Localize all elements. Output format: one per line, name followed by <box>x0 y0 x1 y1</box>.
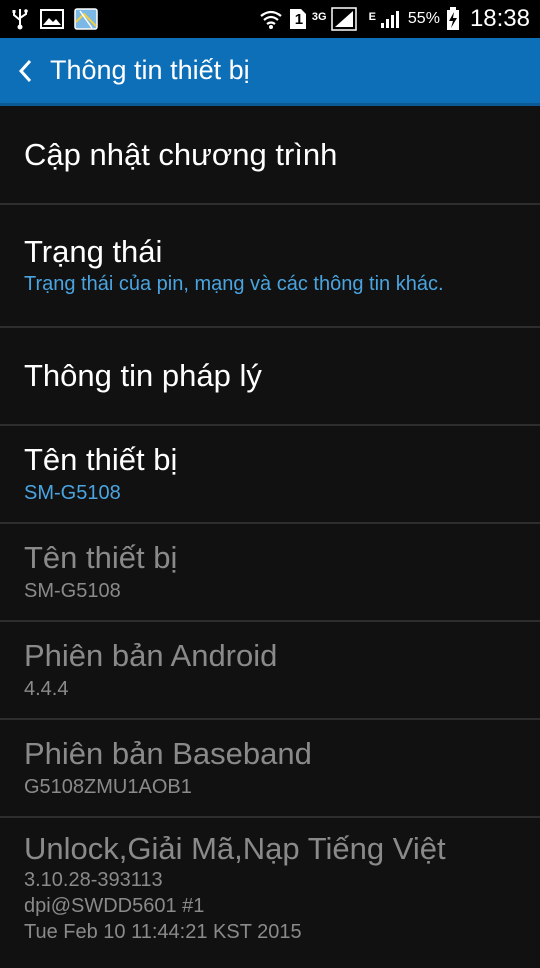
list-item-software-update[interactable]: Cập nhật chương trình <box>0 106 540 205</box>
list-item-title: Phiên bản Baseband <box>24 736 312 772</box>
maps-icon <box>74 8 98 30</box>
list-item-device-name[interactable]: Tên thiết bị SM-G5108 <box>0 426 540 524</box>
list-item-title: Cập nhật chương trình <box>24 136 338 172</box>
kernel-line-1: 3.10.28-393113 <box>24 869 163 892</box>
list-item-title: Trạng thái <box>24 233 163 269</box>
settings-list: Cập nhật chương trình Trạng thái Trạng t… <box>0 106 540 968</box>
action-bar: Thông tin thiết bị <box>0 38 540 106</box>
kernel-line-3: Tue Feb 10 11:44:21 KST 2015 <box>24 921 302 944</box>
sim-number: 1 <box>294 10 304 28</box>
wifi-icon <box>259 8 283 30</box>
signal-bars-icon <box>380 9 402 29</box>
list-item-title: Tên thiết bị <box>24 442 178 478</box>
list-item-title: Phiên bản Android <box>24 638 278 674</box>
list-item-subtitle: 4.4.4 <box>24 677 69 700</box>
list-item-subtitle: SM-G5108 <box>24 481 121 504</box>
list-item-android-version: Phiên bản Android 4.4.4 <box>0 622 540 720</box>
network-type-3g: 3G <box>311 11 327 23</box>
list-item-status[interactable]: Trạng thái Trạng thái của pin, mạng và c… <box>0 205 540 328</box>
battery-charging-icon <box>446 7 460 31</box>
list-item-subtitle: Trạng thái của pin, mạng và các thông ti… <box>24 273 444 296</box>
signal-icon <box>330 7 357 31</box>
list-item-subtitle: G5108ZMU1AOB1 <box>24 775 192 798</box>
list-item-kernel-version: Unlock,Giải Mã,Nạp Tiếng Việt 3.10.28-39… <box>0 818 540 968</box>
network-type-e: E <box>368 11 376 23</box>
back-icon[interactable] <box>0 58 50 84</box>
clock: 18:38 <box>469 5 530 32</box>
battery-percent: 55% <box>407 10 440 27</box>
status-bar: 1 3G E 55% 18:38 <box>0 0 540 38</box>
list-item-title: Unlock,Giải Mã,Nạp Tiếng Việt <box>24 831 446 866</box>
list-item-baseband-version: Phiên bản Baseband G5108ZMU1AOB1 <box>0 720 540 818</box>
usb-icon <box>10 8 30 30</box>
list-item-model-number: Tên thiết bị SM-G5108 <box>0 524 540 622</box>
list-item-subtitle: SM-G5108 <box>24 579 121 602</box>
list-item-title: Thông tin pháp lý <box>24 358 262 394</box>
list-item-legal-info[interactable]: Thông tin pháp lý <box>0 328 540 426</box>
kernel-line-2: dpi@SWDD5601 #1 <box>24 895 205 918</box>
gallery-icon <box>40 9 64 29</box>
list-item-title: Tên thiết bị <box>24 540 178 576</box>
page-title: Thông tin thiết bị <box>50 55 250 85</box>
